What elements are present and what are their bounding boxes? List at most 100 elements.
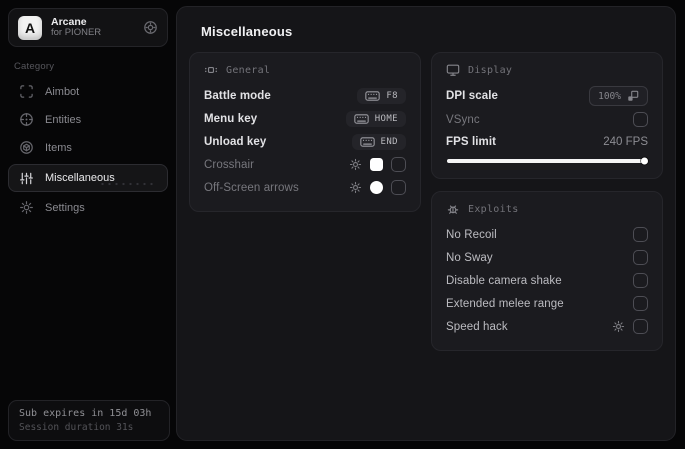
extended-melee-range-row: Extended melee range: [446, 292, 648, 315]
page-title: Miscellaneous: [201, 24, 293, 39]
exploits-panel: Exploits No Recoil No Sway Disable camer…: [431, 191, 663, 351]
keybind-value: HOME: [374, 113, 398, 124]
general-panel-header: General: [204, 63, 406, 77]
offscreen-arrows-controls: [349, 180, 406, 195]
general-panel-title: General: [226, 64, 271, 76]
battle-mode-keybind[interactable]: F8: [357, 87, 406, 104]
app-logo-letter: A: [24, 19, 36, 36]
menu-key-keybind[interactable]: HOME: [345, 110, 406, 127]
no-sway-checkbox[interactable]: [633, 250, 648, 265]
no-sway-row: No Sway: [446, 246, 648, 269]
general-panel: General Battle mode F8 Menu key HOME Unl…: [189, 52, 421, 212]
bug-icon: [446, 202, 460, 216]
disable-camera-shake-label: Disable camera shake: [446, 274, 562, 287]
keyboard-icon: [365, 90, 381, 101]
crosshair-label: Crosshair: [204, 158, 255, 171]
speed-hack-row: Speed hack: [446, 315, 648, 338]
fps-limit-row: FPS limit 240 FPS: [446, 131, 648, 152]
disable-camera-shake-row: Disable camera shake: [446, 269, 648, 292]
sidebar-item-entities[interactable]: Entities: [8, 106, 168, 133]
app-subtitle: for PIONER: [51, 27, 102, 39]
scale-icon: [627, 90, 639, 102]
fps-limit-label: FPS limit: [446, 135, 497, 148]
sliders-icon: [19, 171, 34, 186]
sidebar-item-miscellaneous[interactable]: Miscellaneous: [8, 164, 168, 192]
sidebar-item-settings[interactable]: Settings: [8, 194, 168, 221]
offscreen-arrows-label: Off-Screen arrows: [204, 181, 299, 194]
sub-expiry-text: Sub expires in 15d 03h: [19, 408, 152, 419]
fps-limit-value: 240 FPS: [603, 135, 648, 148]
color-swatch[interactable]: [370, 158, 383, 171]
no-recoil-row: No Recoil: [446, 223, 648, 246]
sidebar-item-label: Items: [45, 141, 72, 154]
extended-melee-range-checkbox[interactable]: [633, 296, 648, 311]
category-label: Category: [14, 61, 55, 72]
monitor-icon: [446, 63, 460, 77]
keybind-value: END: [380, 136, 398, 147]
gear-icon[interactable]: [349, 181, 362, 194]
main-panel: Miscellaneous General Battle mode F8 Men…: [176, 6, 676, 441]
sidebar-item-label: Settings: [45, 201, 85, 214]
extended-melee-range-label: Extended melee range: [446, 297, 564, 310]
menu-key-label: Menu key: [204, 112, 258, 125]
dpi-scale-button[interactable]: 100%: [589, 86, 648, 106]
keyboard-icon: [359, 136, 375, 147]
app-title-block: Arcane for PIONER: [51, 16, 134, 39]
battle-mode-label: Battle mode: [204, 89, 271, 102]
dpi-scale-row: DPI scale 100%: [446, 84, 648, 108]
no-sway-label: No Sway: [446, 251, 493, 264]
vsync-checkbox[interactable]: [633, 112, 648, 127]
vsync-label: VSync: [446, 113, 480, 126]
dpi-scale-value: 100%: [598, 90, 621, 102]
dpi-scale-label: DPI scale: [446, 90, 499, 102]
sidebar-item-label: Aimbot: [45, 85, 80, 98]
subscription-status: Sub expires in 15d 03h Session duration …: [8, 400, 170, 441]
crosshair-row: Crosshair: [204, 153, 406, 176]
unload-key-keybind[interactable]: END: [351, 133, 406, 150]
sidebar: A Arcane for PIONER Category Aimbot Enti…: [0, 0, 176, 449]
unload-key-label: Unload key: [204, 135, 267, 148]
menu-key-row: Menu key HOME: [204, 107, 406, 130]
sidebar-item-label: Entities: [45, 113, 82, 126]
crosshair-controls: [349, 157, 406, 172]
no-recoil-label: No Recoil: [446, 228, 497, 241]
exploits-panel-header: Exploits: [446, 202, 648, 216]
sidebar-item-items[interactable]: Items: [8, 134, 168, 161]
display-panel-header: Display: [446, 63, 648, 77]
crosshair-checkbox[interactable]: [391, 157, 406, 172]
gear-icon[interactable]: [349, 158, 362, 171]
box-icon: [19, 140, 34, 155]
exploits-panel-title: Exploits: [468, 203, 519, 215]
slider-knob[interactable]: [641, 157, 648, 165]
gear-icon: [19, 200, 34, 215]
app-logo: A: [18, 15, 42, 40]
sidebar-item-aimbot[interactable]: Aimbot: [8, 78, 168, 105]
speed-hack-controls: [612, 319, 648, 334]
offscreen-arrows-checkbox[interactable]: [391, 180, 406, 195]
offscreen-arrows-row: Off-Screen arrows: [204, 176, 406, 199]
panel-columns: General Battle mode F8 Menu key HOME Unl…: [177, 52, 675, 351]
radar-icon: [19, 112, 34, 127]
display-panel: Display DPI scale 100% VSync FPS limit 2…: [431, 52, 663, 179]
app-header: A Arcane for PIONER: [8, 8, 168, 47]
dots-decoration: [99, 182, 157, 186]
settings-gear-icon[interactable]: [143, 20, 158, 35]
display-panel-title: Display: [468, 64, 513, 76]
color-swatch[interactable]: [370, 181, 383, 194]
disable-camera-shake-checkbox[interactable]: [633, 273, 648, 288]
keyboard-icon: [354, 113, 369, 124]
battle-mode-row: Battle mode F8: [204, 84, 406, 107]
speed-hack-checkbox[interactable]: [633, 319, 648, 334]
scan-icon: [19, 84, 34, 99]
no-recoil-checkbox[interactable]: [633, 227, 648, 242]
unload-key-row: Unload key END: [204, 130, 406, 153]
fps-limit-slider[interactable]: [447, 157, 648, 165]
grip-icon: [204, 63, 218, 77]
gear-icon[interactable]: [612, 320, 625, 333]
right-column: Display DPI scale 100% VSync FPS limit 2…: [431, 52, 663, 351]
keybind-value: F8: [386, 90, 398, 101]
speed-hack-label: Speed hack: [446, 320, 508, 333]
left-column: General Battle mode F8 Menu key HOME Unl…: [189, 52, 421, 212]
sidebar-nav: Aimbot Entities Items Miscellaneous Sett…: [8, 78, 168, 222]
session-duration-text: Session duration 31s: [19, 422, 134, 433]
